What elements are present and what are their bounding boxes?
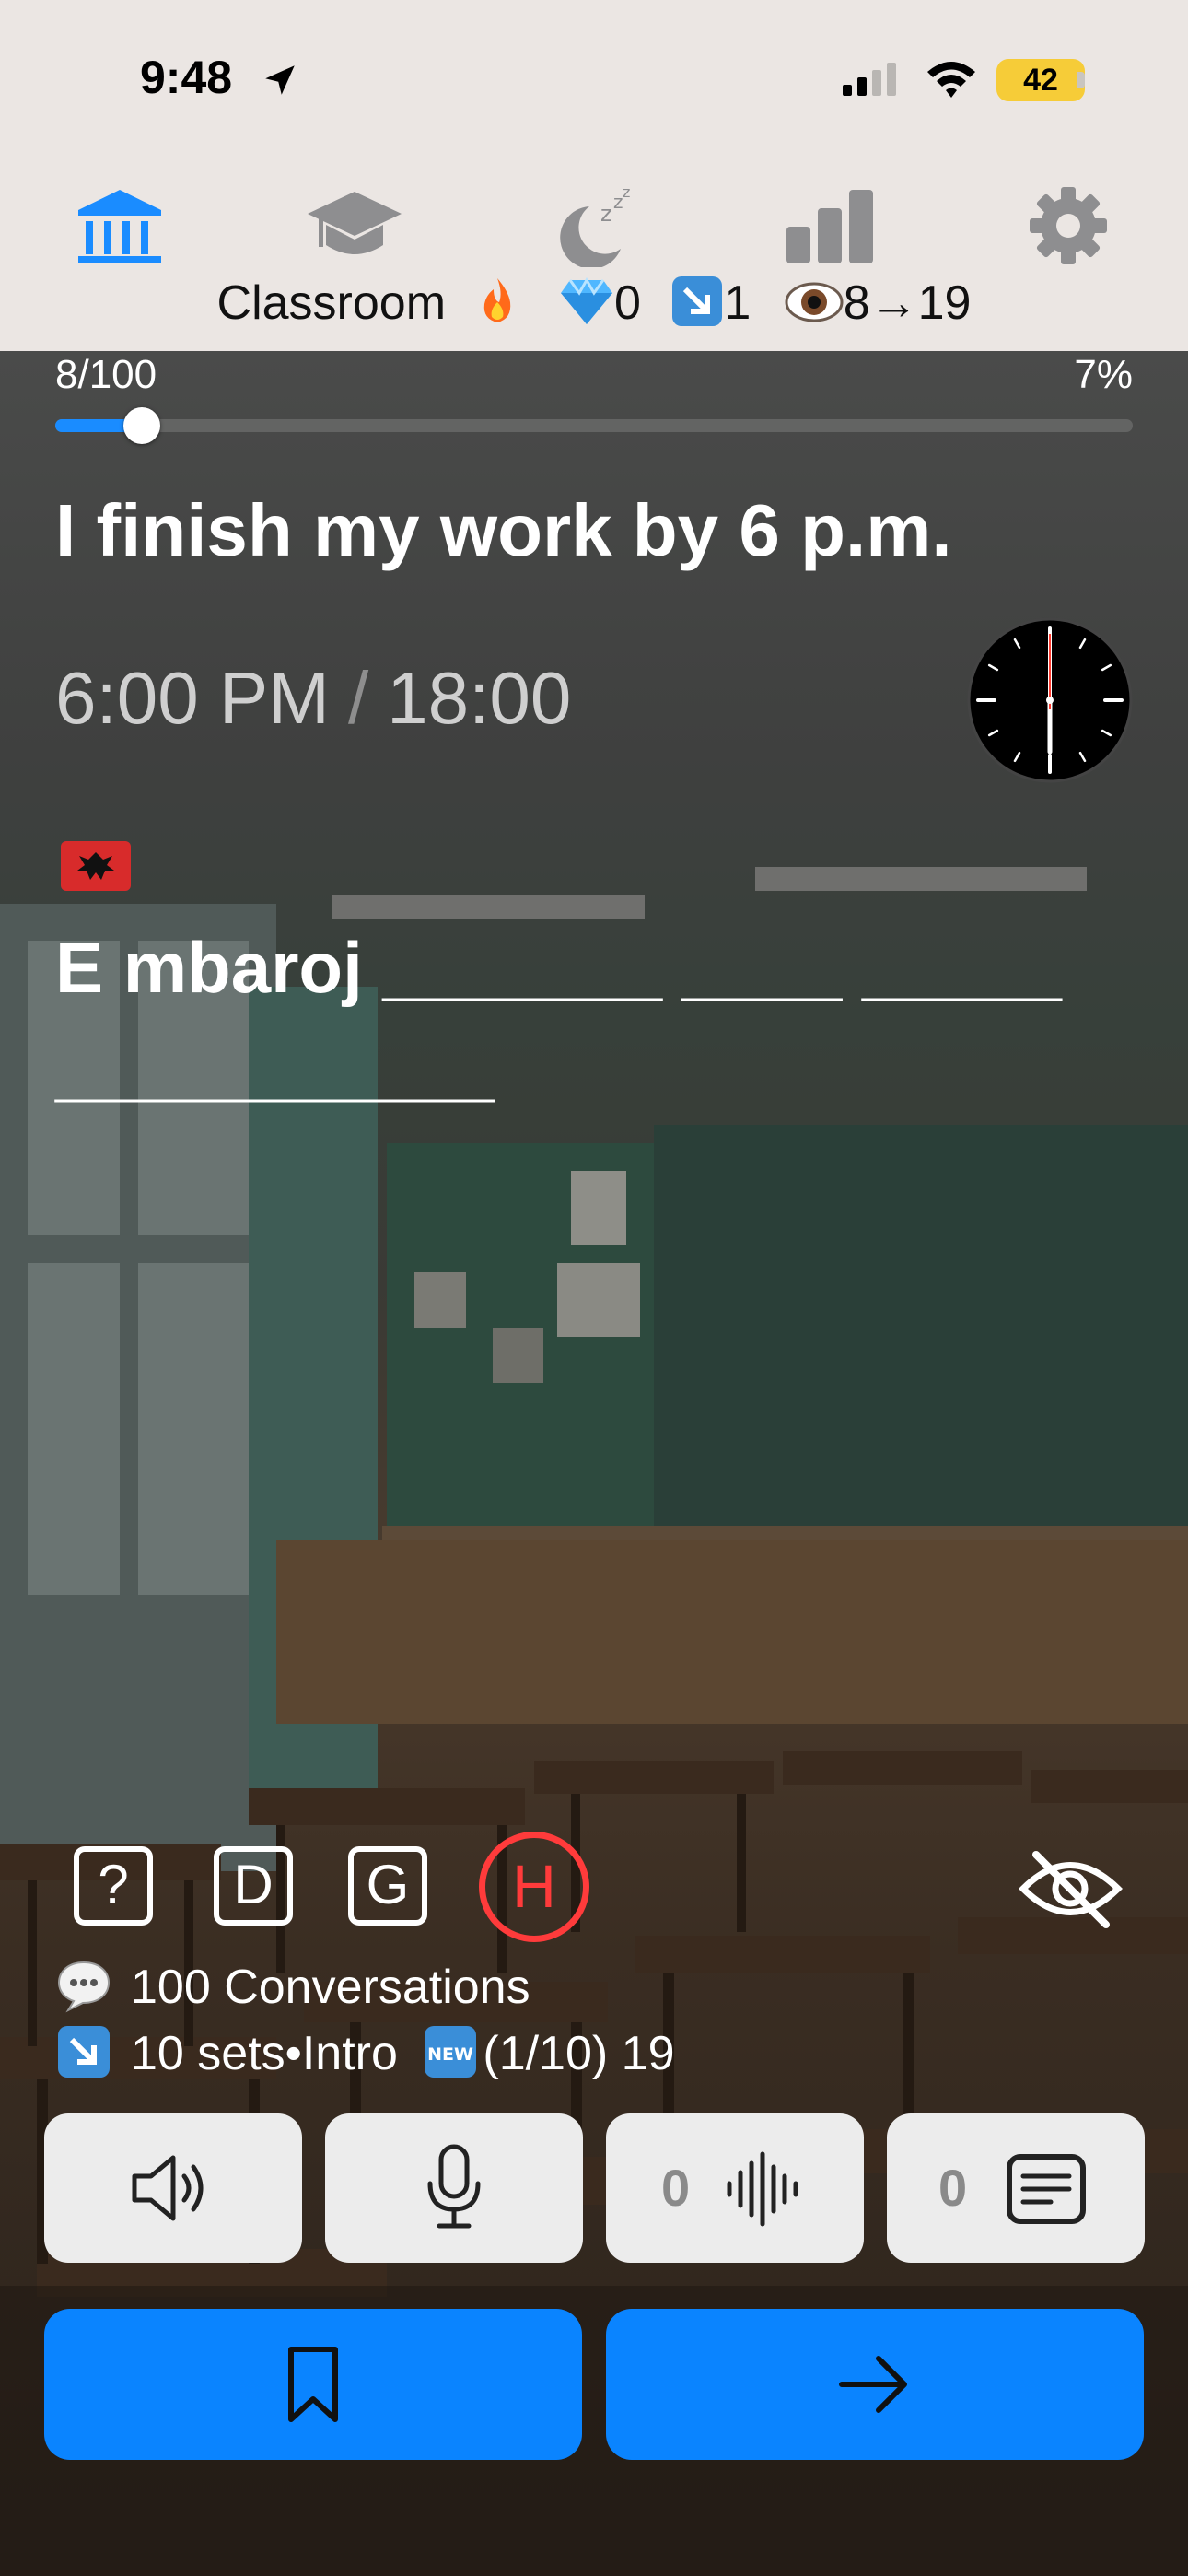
down-right-arrow-icon	[672, 276, 723, 326]
cloze-blank-2[interactable]: ____	[682, 927, 843, 1008]
battery-cap	[1077, 72, 1085, 88]
speaker-button[interactable]	[44, 2113, 302, 2263]
hint-h-button[interactable]: H	[479, 1832, 589, 1942]
views-count: 8→19	[843, 276, 972, 330]
albania-flag-icon	[61, 841, 131, 891]
waveform-button[interactable]: 0	[606, 2113, 864, 2263]
hint-question-button[interactable]: ?	[74, 1846, 153, 1926]
hint-g-button[interactable]: G	[348, 1846, 427, 1926]
svg-text:z: z	[613, 191, 623, 213]
cloze-blank-1[interactable]: _______	[382, 927, 662, 1008]
gear-icon[interactable]	[1018, 184, 1119, 267]
svg-text:z: z	[623, 184, 630, 201]
hint-d-button[interactable]: D	[214, 1846, 293, 1926]
fire-icon	[484, 278, 511, 322]
time-readout: 6:00 PM/18:00	[55, 656, 571, 741]
conversations-label: 100 Conversations	[131, 1961, 530, 2014]
time-24h: 18:00	[387, 657, 572, 739]
arrow-right-icon	[839, 2356, 907, 2413]
microphone-button[interactable]	[325, 2113, 583, 2263]
top-bar: 9:48 42 z z z Classroom 0 1 8→19	[0, 0, 1188, 351]
status-time: 9:48	[140, 52, 233, 103]
conversations-line[interactable]: 100 Conversations	[55, 1957, 530, 2015]
bar-chart-icon[interactable]	[781, 184, 882, 267]
gems-count: 0	[613, 276, 641, 330]
down-right-arrow-icon	[58, 2026, 110, 2078]
cloze-blank-3[interactable]: _____	[862, 927, 1062, 1008]
waveform-count: 0	[661, 2159, 691, 2217]
cloze-sentence: E mbaroj _______ ____ _____ ___________	[55, 917, 1087, 1119]
new-badge-icon: NEW	[425, 2026, 477, 2078]
svg-text:z: z	[600, 201, 612, 227]
progress-percent: 7%	[1074, 352, 1133, 397]
progress-count: 8/100	[55, 352, 157, 397]
eye-slash-icon[interactable]	[1018, 1847, 1124, 1930]
bookmark-button[interactable]	[44, 2309, 582, 2460]
next-button[interactable]	[606, 2309, 1144, 2460]
nav-title-row: Classroom 0 1 8→19	[0, 275, 1188, 331]
eye-icon	[785, 282, 844, 322]
speech-bubble-icon	[57, 1961, 111, 2013]
cloze-word: E mbaroj	[55, 927, 363, 1008]
cellular-signal-icon	[843, 63, 896, 96]
svg-text:NEW: NEW	[427, 2044, 473, 2065]
progress-knob[interactable]	[122, 407, 160, 444]
nav-title: Classroom	[216, 276, 447, 330]
sets-progress: (1/10) 19	[483, 2027, 675, 2080]
sleep-moon-icon[interactable]: z z z	[543, 184, 645, 267]
english-sentence: I finish my work by 6 p.m.	[55, 489, 952, 571]
location-arrow-icon	[265, 65, 295, 95]
graduation-cap-icon[interactable]	[304, 184, 405, 267]
bookmark-icon	[288, 2347, 338, 2422]
gem-icon	[560, 276, 612, 324]
notes-icon	[1007, 2154, 1086, 2224]
microphone-icon	[427, 2144, 481, 2229]
progress-track[interactable]	[55, 407, 1133, 444]
wifi-icon	[927, 62, 975, 98]
notes-count: 0	[938, 2159, 968, 2217]
sets-line[interactable]: 10 sets•Intro NEW (1/10) 19	[55, 2023, 675, 2081]
sets-label: 10 sets•Intro	[131, 2027, 398, 2080]
classroom-icon[interactable]	[69, 184, 170, 267]
speaker-icon	[132, 2155, 204, 2221]
notes-button[interactable]: 0	[887, 2113, 1145, 2263]
clock-icon	[967, 617, 1133, 783]
sets-count: 1	[724, 276, 751, 330]
time-separator: /	[347, 657, 369, 739]
time-12h: 6:00 PM	[55, 657, 330, 739]
waveform-icon	[727, 2151, 798, 2227]
battery-level: 42	[996, 59, 1085, 101]
cloze-blank-4[interactable]: ___________	[55, 1028, 495, 1109]
